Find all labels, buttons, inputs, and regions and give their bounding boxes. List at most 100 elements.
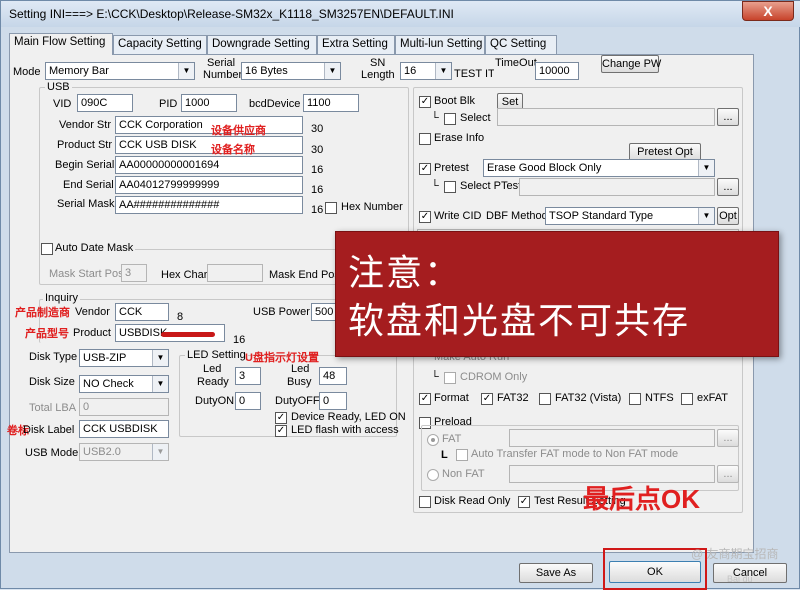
boot-blk-path-input[interactable] (497, 108, 715, 126)
ntfs-checkbox[interactable] (629, 393, 641, 405)
boot-blk-select-checkbox[interactable] (444, 113, 456, 125)
usb-mode-value: USB2.0 (83, 446, 121, 458)
chevron-down-icon: ▼ (324, 63, 340, 79)
pid-input[interactable]: 1000 (181, 94, 237, 112)
disk-size-value: NO Check (83, 378, 134, 390)
auto-transfer-label: Auto Transfer FAT mode to Non FAT mode (471, 448, 679, 460)
disk-read-only-checkbox[interactable] (419, 496, 431, 508)
mask-start-input[interactable]: 3 (121, 264, 147, 282)
exfat-checkbox[interactable] (681, 393, 693, 405)
serial-number-label-1: Serial (207, 57, 236, 69)
sn-length-label-2: Length (361, 69, 395, 81)
serial-number-select[interactable]: 16 Bytes ▼ (241, 62, 341, 80)
format-checkbox[interactable]: ✓ (419, 393, 431, 405)
annotation-maker: 产品制造商 (15, 307, 70, 319)
change-pw-button[interactable]: Change PW (601, 55, 661, 73)
test-item-label: TEST ITEM (454, 68, 494, 80)
chevron-down-icon: ▼ (152, 444, 168, 460)
product-str-label: Product Str (57, 139, 113, 151)
tab-capacity-setting[interactable]: Capacity Setting (113, 35, 207, 54)
non-fat-radio[interactable] (427, 469, 439, 481)
tab-main-flow-setting[interactable]: Main Flow Setting (9, 33, 113, 55)
watermark-2: Bai du (727, 574, 753, 584)
title-bar: Setting INI===> E:\CCK\Desktop\Release-S… (1, 1, 800, 27)
usb-group-caption: USB (45, 81, 72, 93)
product-str-length: 30 (311, 144, 324, 156)
usb-mode-select[interactable]: USB2.0 ▼ (79, 443, 169, 461)
erase-info-checkbox[interactable] (419, 133, 431, 145)
hex-number-label: Hex Number (341, 201, 403, 213)
fat32-checkbox[interactable]: ✓ (481, 393, 493, 405)
vendor-str-input[interactable]: CCK Corporation (115, 116, 303, 134)
sn-length-select[interactable]: 16 ▼ (400, 62, 452, 80)
write-cid-checkbox[interactable]: ✓ (419, 211, 431, 223)
hex-number-checkbox[interactable] (325, 202, 337, 214)
auto-transfer-checkbox[interactable] (456, 449, 468, 461)
non-fat-browse-button[interactable]: ... (717, 465, 739, 483)
select-ptest-checkbox[interactable] (444, 181, 456, 193)
product-str-input[interactable]: CCK USB DISK (115, 136, 303, 154)
tab-multi-lun-setting[interactable]: Multi-lun Setting (395, 35, 485, 54)
begin-serial-length: 16 (311, 164, 324, 176)
cdrom-only-checkbox[interactable] (444, 372, 456, 384)
inquiry-vendor-input[interactable]: CCK (115, 303, 169, 321)
disk-type-select[interactable]: USB-ZIP ▼ (79, 349, 169, 367)
setting-window: Setting INI===> E:\CCK\Desktop\Release-S… (0, 0, 800, 590)
chevron-down-icon: ▼ (435, 63, 451, 79)
disk-label-input[interactable]: CCK USBDISK (79, 420, 169, 438)
fat-browse-button[interactable]: ... (717, 429, 739, 447)
total-lba-input[interactable]: 0 (79, 398, 169, 416)
total-lba-label: Total LBA (29, 402, 77, 414)
select-ptest-label: Select PTest (460, 180, 522, 192)
serial-mask-length: 16 (311, 204, 324, 216)
ptest-browse-button[interactable]: ... (717, 178, 739, 196)
close-button[interactable]: X (742, 1, 794, 21)
pretest-label: Pretest (434, 162, 469, 174)
fat-radio[interactable] (427, 434, 439, 446)
dbf-method-select[interactable]: TSOP Standard Type ▼ (545, 207, 715, 225)
chevron-down-icon: ▼ (152, 350, 168, 366)
boot-blk-browse-button[interactable]: ... (717, 108, 739, 126)
notice-line-2: 软盘和光盘不可共存 (348, 301, 691, 342)
duty-off-input[interactable]: 0 (319, 392, 347, 410)
hex-char-label: Hex Char: (161, 269, 211, 281)
disk-size-label: Disk Size (29, 376, 75, 388)
mask-end-label: Mask End Pos (269, 269, 340, 281)
dbf-method-value: TSOP Standard Type (549, 210, 654, 222)
led-ready-label-1: Led (203, 363, 222, 375)
mode-label: Mode (13, 66, 41, 78)
vid-input[interactable]: 090C (77, 94, 133, 112)
hex-char-input[interactable] (207, 264, 263, 282)
auto-date-mask-label: Auto Date Mask (53, 242, 136, 254)
duty-on-input[interactable]: 0 (235, 392, 261, 410)
device-ready-label: Device Ready, LED ON (291, 411, 406, 423)
led-flash-checkbox[interactable]: ✓ (275, 425, 287, 437)
disk-size-select[interactable]: NO Check ▼ (79, 375, 169, 393)
tab-downgrade-setting[interactable]: Downgrade Setting (207, 35, 317, 54)
erase-info-label: Erase Info (434, 132, 485, 144)
auto-date-mask-checkbox[interactable] (41, 243, 53, 255)
mode-select[interactable]: Memory Bar ▼ (45, 62, 195, 80)
led-ready-input[interactable]: 3 (235, 367, 261, 385)
usb-power-label: USB Power (253, 306, 310, 318)
pretest-select[interactable]: Erase Good Block Only ▼ (483, 159, 715, 177)
save-as-button[interactable]: Save As (519, 563, 593, 583)
bcd-device-input[interactable]: 1100 (303, 94, 359, 112)
dbf-opt-button[interactable]: Opt (717, 207, 739, 225)
boot-blk-checkbox[interactable]: ✓ (419, 96, 431, 108)
tab-extra-setting[interactable]: Extra Setting (317, 35, 395, 54)
begin-serial-input[interactable]: AA00000000001694 (115, 156, 303, 174)
inquiry-product-length: 16 (233, 334, 246, 346)
device-ready-checkbox[interactable]: ✓ (275, 412, 287, 424)
serial-mask-input[interactable]: AA############## (115, 196, 303, 214)
led-busy-input[interactable]: 48 (319, 367, 347, 385)
ptest-path-input[interactable] (519, 178, 715, 196)
tab-qc-setting[interactable]: QC Setting (485, 35, 557, 54)
disk-read-only-label: Disk Read Only (434, 495, 511, 507)
timeout-input[interactable]: 10000 (535, 62, 579, 80)
end-serial-input[interactable]: AA04012799999999 (115, 176, 303, 194)
pretest-checkbox[interactable]: ✓ (419, 163, 431, 175)
fat32-vista-checkbox[interactable] (539, 393, 551, 405)
fat-path-input[interactable] (509, 429, 715, 447)
test-result-checkbox[interactable]: ✓ (518, 496, 530, 508)
